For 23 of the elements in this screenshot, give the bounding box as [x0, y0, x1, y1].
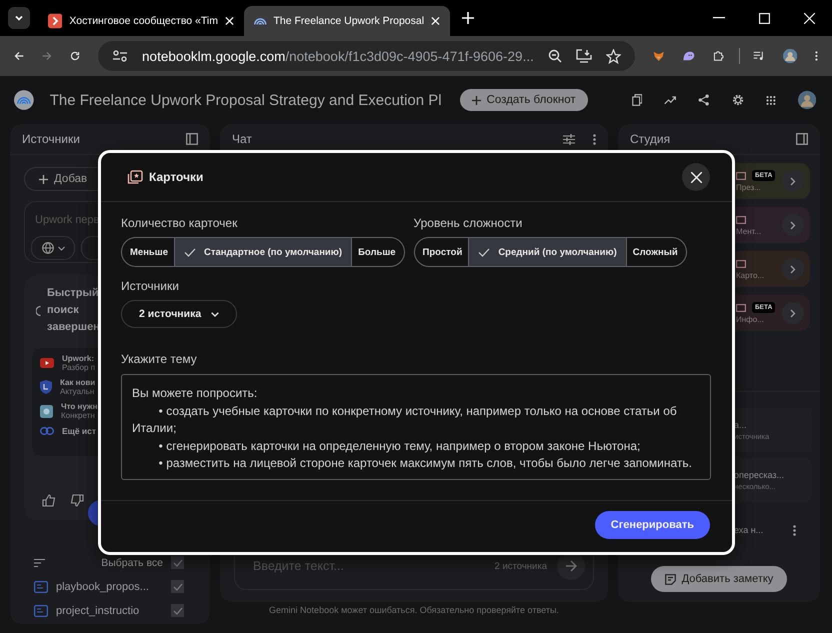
tool-label: Мент... — [736, 226, 762, 236]
disclaimer-text: Gemini Notebook может ошибаться. Обязательно проверяйте ответы. — [268, 605, 560, 615]
tool-label: Карто... — [736, 270, 764, 280]
dialog-title: Карточки — [149, 170, 204, 184]
tool-label: Инфо... — [736, 315, 765, 324]
setting-label: Источники — [121, 279, 179, 293]
tab-title: The Freelance Upwork Proposal — [274, 15, 424, 27]
setting-label: Количество карточек — [121, 216, 238, 230]
setting-label: Уровень сложности — [414, 216, 522, 230]
setting-label: Укажите тему — [121, 352, 197, 366]
tab-title: Хостинговое сообщество «Tim — [69, 15, 218, 27]
panel-title: Чат — [232, 132, 253, 146]
tool-label: През... — [736, 183, 762, 192]
select-all-label: Выбрать все — [101, 556, 163, 568]
source-count-label: 2 источника — [494, 560, 547, 572]
result-snippet: Разбор п — [62, 363, 96, 372]
url-text: notebooklm.google.com/notebook/f1c3d09c-4905-471f-9606-29... — [142, 48, 534, 64]
search-status-text: Быстрый поиск завершен — [47, 286, 97, 335]
panel-title: Студия — [630, 132, 672, 146]
result-snippet: Конкретн — [61, 411, 96, 420]
result-snippet: Актуальн — [60, 387, 96, 396]
panel-title: Источники — [22, 132, 81, 146]
note-title: опересказ... — [734, 470, 784, 480]
